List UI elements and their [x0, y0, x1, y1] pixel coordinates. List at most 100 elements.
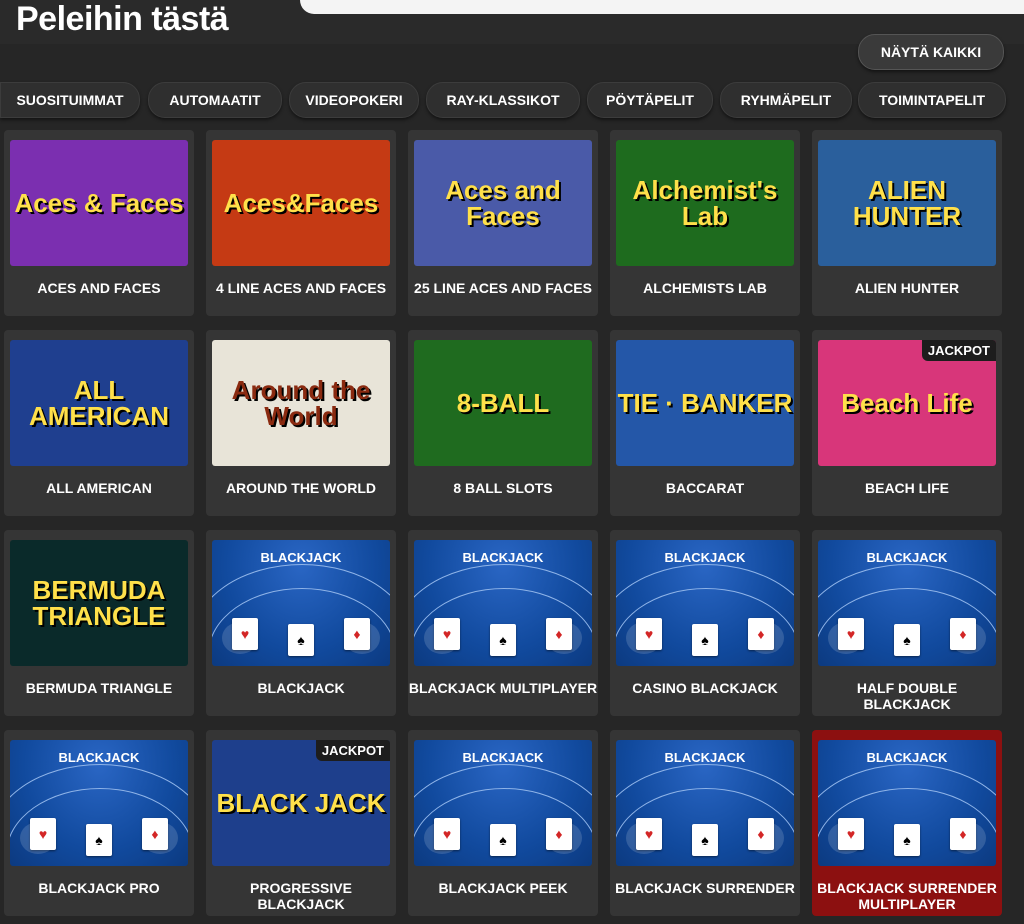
- game-title[interactable]: PROGRESSIVE BLACKJACK: [206, 880, 396, 912]
- bet-circle: [142, 822, 178, 854]
- game-card[interactable]: Aces & Faces ACES AND FACES: [4, 130, 194, 316]
- game-title[interactable]: BLACKJACK PEEK: [408, 880, 598, 896]
- table-label: BLACKJACK: [260, 550, 342, 565]
- game-title[interactable]: CASINO BLACKJACK: [610, 680, 800, 696]
- bet-circle: [222, 622, 258, 654]
- blackjack-table-art: BLACKJACK ♥ ♠ ♦: [616, 540, 794, 666]
- thumbnail-artwork-text: ALL AMERICAN: [28, 375, 170, 431]
- game-title[interactable]: ALIEN HUNTER: [812, 280, 1002, 296]
- playing-card-icon: ♠: [86, 824, 112, 856]
- game-title[interactable]: BERMUDA TRIANGLE: [4, 680, 194, 696]
- game-title[interactable]: ACES AND FACES: [4, 280, 194, 296]
- thumbnail-artwork-text: ALIEN HUNTER: [852, 175, 962, 231]
- jackpot-badge: JACKPOT: [921, 340, 996, 361]
- filter-ray-klassikot[interactable]: RAY-KLASSIKOT: [426, 82, 580, 118]
- game-thumbnail[interactable]: Aces&Faces: [212, 140, 390, 266]
- bet-circle: [424, 822, 460, 854]
- game-thumbnail[interactable]: Aces & Faces: [10, 140, 188, 266]
- game-title[interactable]: BEACH LIFE: [812, 480, 1002, 496]
- game-title[interactable]: 4 LINE ACES AND FACES: [206, 280, 396, 296]
- bet-circle: [546, 822, 582, 854]
- game-card[interactable]: TIE · BANKER BACCARAT: [610, 330, 800, 516]
- bet-circle: [626, 622, 662, 654]
- table-label: BLACKJACK: [866, 550, 948, 565]
- table-label: BLACKJACK: [58, 750, 140, 765]
- game-thumbnail[interactable]: BERMUDA TRIANGLE: [10, 540, 188, 666]
- playing-card-icon: ♠: [490, 824, 516, 856]
- game-title[interactable]: BLACKJACK PRO: [4, 880, 194, 896]
- game-thumbnail[interactable]: BLACKJACK ♥ ♠ ♦: [414, 540, 592, 666]
- game-thumbnail[interactable]: Beach Life JACKPOT: [818, 340, 996, 466]
- filter-ryhmapelit[interactable]: RYHMÄPELIT: [720, 82, 852, 118]
- game-card[interactable]: BLACKJACK ♥ ♠ ♦ BLACKJACK PRO: [4, 730, 194, 916]
- filter-videopokeri[interactable]: VIDEOPOKERI: [289, 82, 419, 118]
- game-thumbnail[interactable]: BLACKJACK ♥ ♠ ♦: [414, 740, 592, 866]
- game-thumbnail[interactable]: ALL AMERICAN: [10, 340, 188, 466]
- game-card[interactable]: BLACKJACK ♥ ♠ ♦ BLACKJACK SURRENDER: [610, 730, 800, 916]
- game-card[interactable]: Around the World AROUND THE WORLD: [206, 330, 396, 516]
- blackjack-table-art: BLACKJACK ♥ ♠ ♦: [212, 540, 390, 666]
- blackjack-table-art: BLACKJACK ♥ ♠ ♦: [818, 740, 996, 866]
- blackjack-table-art: BLACKJACK ♥ ♠ ♦: [414, 740, 592, 866]
- thumbnail-artwork-text: Aces&Faces: [223, 188, 379, 218]
- game-title[interactable]: 25 LINE ACES AND FACES: [408, 280, 598, 296]
- game-card[interactable]: ALL AMERICAN ALL AMERICAN: [4, 330, 194, 516]
- game-title[interactable]: ALCHEMISTS LAB: [610, 280, 800, 296]
- game-card[interactable]: BLACKJACK ♥ ♠ ♦ BLACKJACK: [206, 530, 396, 716]
- game-card[interactable]: BERMUDA TRIANGLE BERMUDA TRIANGLE: [4, 530, 194, 716]
- game-card[interactable]: Alchemist's Lab ALCHEMISTS LAB: [610, 130, 800, 316]
- game-title[interactable]: BLACKJACK SURRENDER: [610, 880, 800, 896]
- game-card[interactable]: Aces and Faces 25 LINE ACES AND FACES: [408, 130, 598, 316]
- game-card[interactable]: BLACKJACK ♥ ♠ ♦ BLACKJACK MULTIPLAYER: [408, 530, 598, 716]
- game-card[interactable]: BLACKJACK ♥ ♠ ♦ BLACKJACK SURRENDER MULTIPLA…: [812, 730, 1002, 916]
- game-thumbnail[interactable]: BLACKJACK ♥ ♠ ♦: [212, 540, 390, 666]
- game-thumbnail[interactable]: BLACK JACK JACKPOT: [212, 740, 390, 866]
- game-card[interactable]: BLACK JACK JACKPOT PROGRESSIVE BLACKJACK: [206, 730, 396, 916]
- game-thumbnail[interactable]: 8-BALL: [414, 340, 592, 466]
- filter-suosituimmat[interactable]: SUOSITUIMMAT: [0, 82, 140, 118]
- filter-automaatit[interactable]: AUTOMAATIT: [148, 82, 282, 118]
- blackjack-table-art: BLACKJACK ♥ ♠ ♦: [10, 740, 188, 866]
- bet-circle: [828, 822, 864, 854]
- blackjack-table-art: BLACKJACK ♥ ♠ ♦: [818, 540, 996, 666]
- playing-card-icon: ♠: [692, 824, 718, 856]
- game-thumbnail[interactable]: TIE · BANKER: [616, 340, 794, 466]
- game-title[interactable]: BLACKJACK MULTIPLAYER: [408, 680, 598, 696]
- bet-circle: [424, 622, 460, 654]
- filter-toimintapelit[interactable]: TOIMINTAPELIT: [858, 82, 1006, 118]
- thumbnail-artwork-text: Aces and Faces: [445, 175, 561, 231]
- game-card[interactable]: BLACKJACK ♥ ♠ ♦ CASINO BLACKJACK: [610, 530, 800, 716]
- game-title[interactable]: ALL AMERICAN: [4, 480, 194, 496]
- game-thumbnail[interactable]: Alchemist's Lab: [616, 140, 794, 266]
- playing-card-icon: ♠: [288, 624, 314, 656]
- game-card[interactable]: 8-BALL 8 BALL SLOTS: [408, 330, 598, 516]
- game-card[interactable]: BLACKJACK ♥ ♠ ♦ HALF DOUBLE BLACKJACK: [812, 530, 1002, 716]
- game-card[interactable]: BLACKJACK ♥ ♠ ♦ BLACKJACK PEEK: [408, 730, 598, 916]
- game-thumbnail[interactable]: ALIEN HUNTER: [818, 140, 996, 266]
- game-title[interactable]: BACCARAT: [610, 480, 800, 496]
- game-thumbnail[interactable]: BLACKJACK ♥ ♠ ♦: [616, 540, 794, 666]
- filter-poytapelit[interactable]: PÖYTÄPELIT: [587, 82, 713, 118]
- game-thumbnail[interactable]: Aces and Faces: [414, 140, 592, 266]
- game-thumbnail[interactable]: BLACKJACK ♥ ♠ ♦: [818, 540, 996, 666]
- show-all-button[interactable]: NÄYTÄ KAIKKI: [858, 34, 1004, 70]
- game-title[interactable]: BLACKJACK SURRENDER MULTIPLAYER: [812, 880, 1002, 912]
- game-title[interactable]: 8 BALL SLOTS: [408, 480, 598, 496]
- table-label: BLACKJACK: [866, 750, 948, 765]
- table-label: BLACKJACK: [664, 750, 746, 765]
- game-card[interactable]: Aces&Faces 4 LINE ACES AND FACES: [206, 130, 396, 316]
- bet-circle: [828, 622, 864, 654]
- game-title[interactable]: AROUND THE WORLD: [206, 480, 396, 496]
- table-label: BLACKJACK: [462, 550, 544, 565]
- game-thumbnail[interactable]: BLACKJACK ♥ ♠ ♦: [10, 740, 188, 866]
- thumbnail-artwork-text: TIE · BANKER: [617, 388, 793, 418]
- playing-card-icon: ♠: [894, 624, 920, 656]
- bet-circle: [748, 822, 784, 854]
- game-card[interactable]: ALIEN HUNTER ALIEN HUNTER: [812, 130, 1002, 316]
- game-title[interactable]: HALF DOUBLE BLACKJACK: [812, 680, 1002, 712]
- game-thumbnail[interactable]: BLACKJACK ♥ ♠ ♦: [616, 740, 794, 866]
- game-thumbnail[interactable]: BLACKJACK ♥ ♠ ♦: [818, 740, 996, 866]
- game-card[interactable]: Beach Life JACKPOT BEACH LIFE: [812, 330, 1002, 516]
- game-thumbnail[interactable]: Around the World: [212, 340, 390, 466]
- game-title[interactable]: BLACKJACK: [206, 680, 396, 696]
